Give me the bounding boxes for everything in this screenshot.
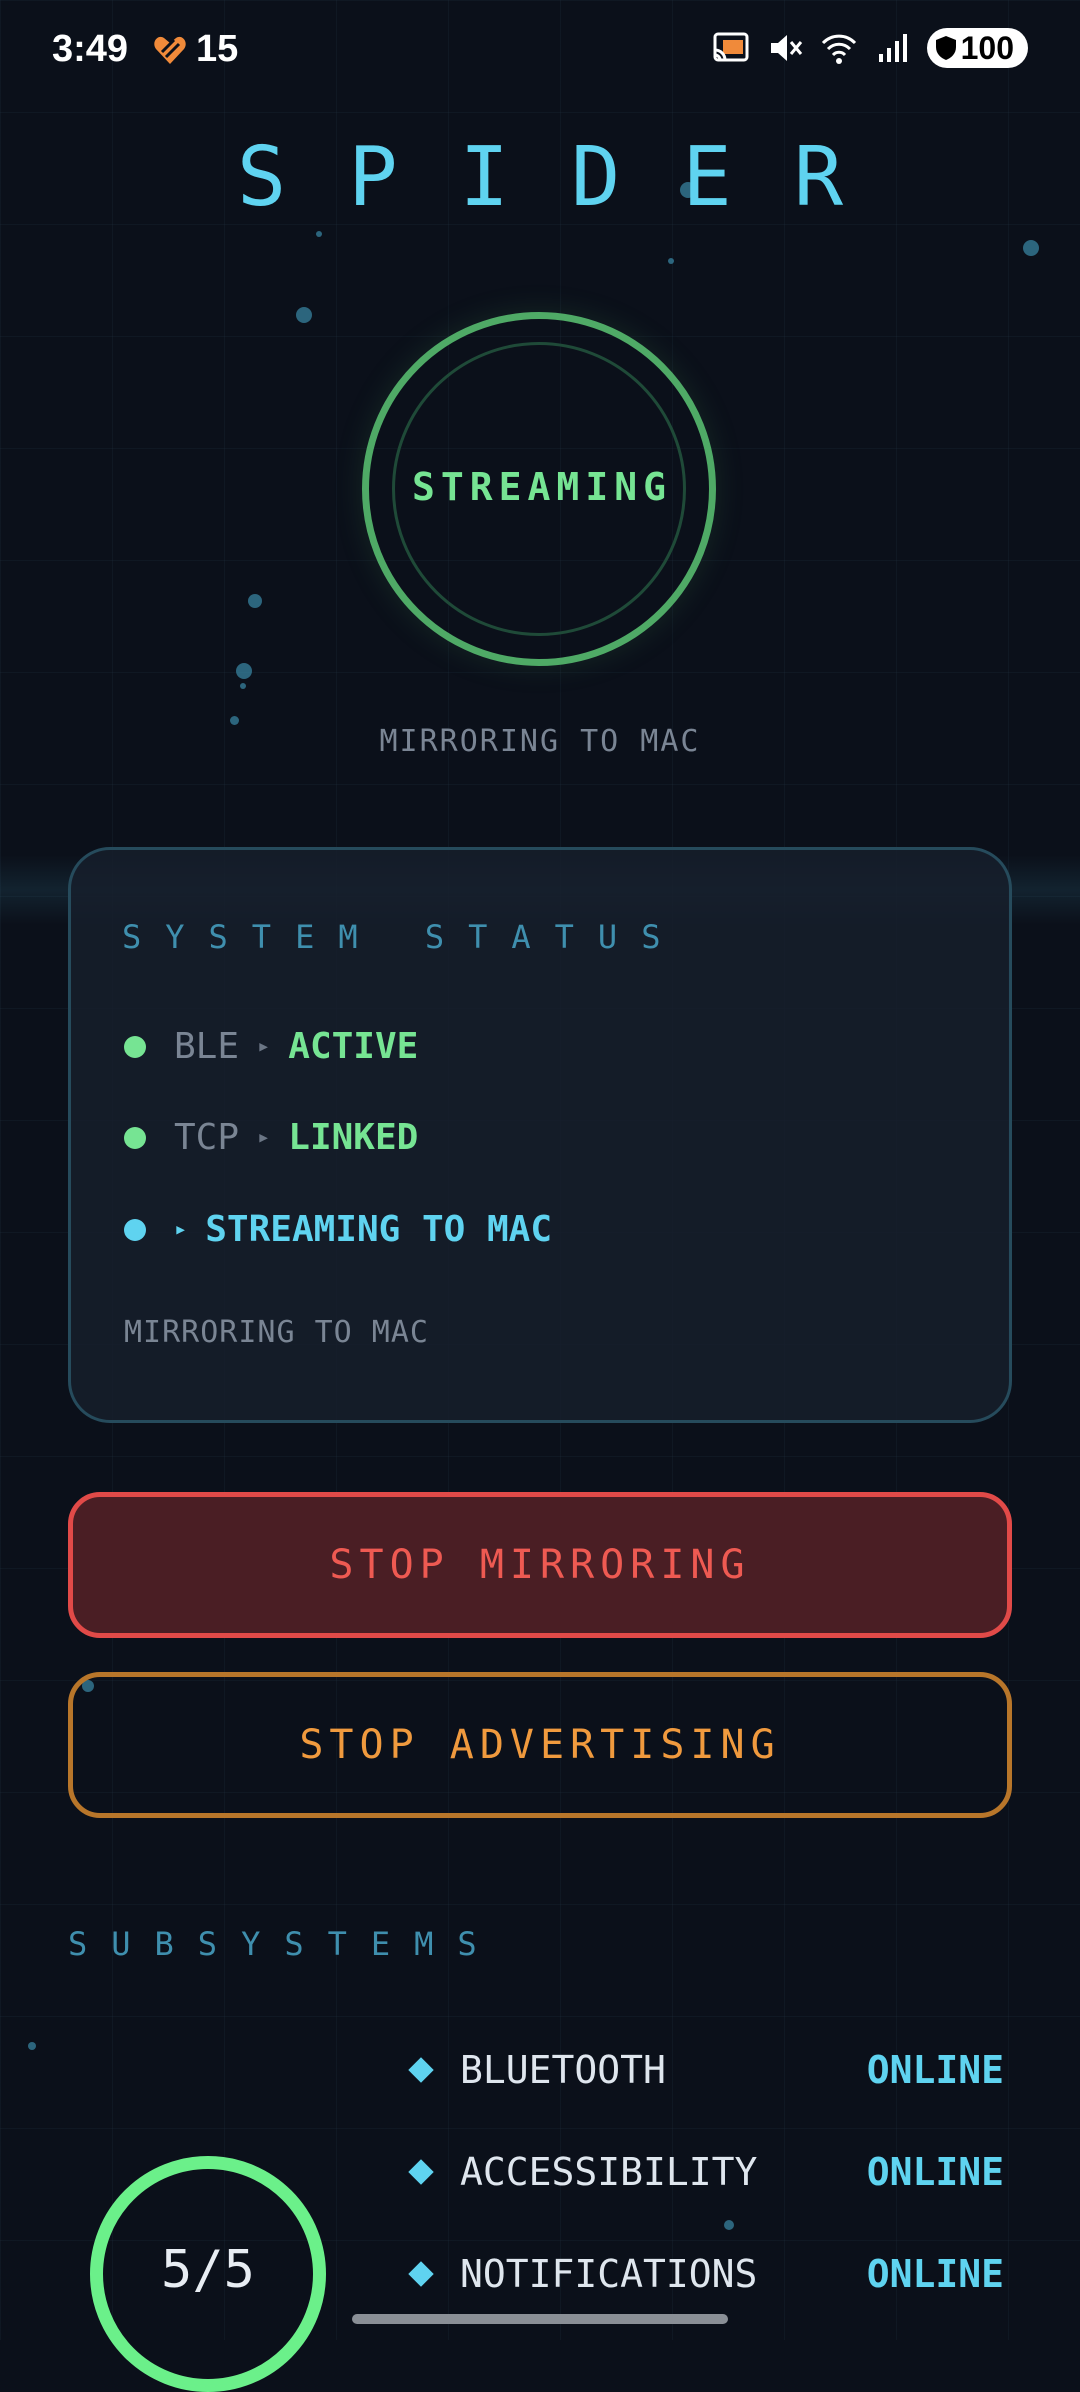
subsystem-name: BLUETOOTH [460,2048,666,2092]
subsystem-name: ACCESSIBILITY [460,2150,758,2194]
stop-mirroring-button[interactable]: STOP MIRRORING [68,1492,1012,1638]
status-value: STREAMING TO MAC [205,1209,553,1250]
status-led [124,1126,146,1149]
subsystem-state: ONLINE [866,2048,1004,2092]
subsystem-state: ONLINE [866,2252,1004,2296]
subsystem-state: ONLINE [866,2150,1004,2194]
particle [1023,240,1039,256]
particle [28,2042,36,2050]
status-bar: 3:49 15 100 [0,0,1080,105]
status-value: ACTIVE [288,1026,419,1067]
wifi-icon [821,34,856,64]
status-row-tcp: TCP ▸ LINKED [124,1117,418,1158]
subsystems-title: SUBSYSTEMS [68,1925,501,1963]
arrow-icon: ▸ [257,1034,271,1059]
system-status-title: SYSTEM STATUS [122,918,685,956]
subsystem-row: ACCESSIBILITY ONLINE [404,2150,1004,2194]
particle [724,2220,734,2230]
status-led [124,1035,146,1058]
status-icons: 100 [711,28,1028,68]
status-value: LINKED [288,1117,419,1158]
particle [296,307,312,323]
particle [316,231,322,237]
diamond-icon [408,2159,434,2185]
subsystem-name: NOTIFICATIONS [460,2252,758,2296]
streaming-label: STREAMING [412,465,672,509]
particle [236,663,252,679]
mute-icon [770,35,802,61]
status-led [124,1218,146,1241]
status-row-stream: ▸ STREAMING TO MAC [124,1209,552,1250]
battery-icon [935,36,956,60]
subsystems-summary: 5/5 [161,2240,255,2300]
status-key: TCP [174,1117,240,1158]
status-key: BLE [174,1026,240,1067]
home-indicator[interactable] [352,2314,728,2324]
subsystem-row: BLUETOOTH ONLINE [404,2048,1004,2092]
arrow-icon: ▸ [174,1217,188,1242]
diamond-icon [408,2261,434,2287]
subsystem-row: NOTIFICATIONS ONLINE [404,2252,1004,2296]
cast-icon [713,32,749,62]
battery-level: 100 [960,29,1014,66]
mirroring-subtitle: MIRRORING TO MAC [379,724,701,759]
heart-app-icon [154,36,186,64]
status-time: 3:49 [52,28,129,70]
battery-indicator: 100 [926,28,1028,68]
stop-advertising-button[interactable]: STOP ADVERTISING [68,1672,1012,1818]
status-footer: MIRRORING TO MAC [124,1315,429,1350]
particle [668,258,674,264]
particle [240,683,246,689]
app-title: SPIDER [236,130,906,225]
status-row-ble: BLE ▸ ACTIVE [124,1026,418,1067]
particle [248,594,262,608]
signal-icon [878,34,907,62]
notification-count: 15 [196,28,239,70]
arrow-icon: ▸ [257,1125,271,1150]
diamond-icon [408,2057,434,2083]
